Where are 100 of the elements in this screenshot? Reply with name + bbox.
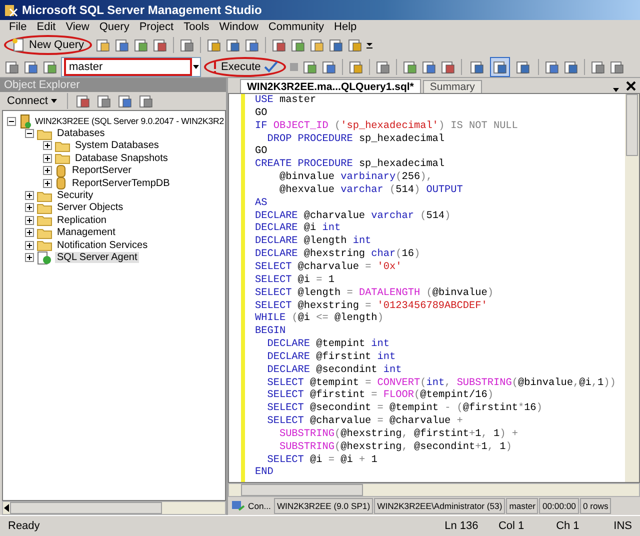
toolbar-icon[interactable]	[4, 58, 20, 74]
document-tab[interactable]: Summary	[422, 80, 482, 93]
document-tab[interactable]: WIN2K3R2EE.ma...QLQuery1.sql*	[240, 79, 421, 93]
code-line: DECLARE @firstint int	[266, 352, 397, 364]
menu-item[interactable]: View	[60, 21, 94, 33]
toolbar-icon[interactable]	[290, 37, 306, 53]
toolbar-icon[interactable]	[328, 37, 344, 53]
tree-item[interactable]: Replication	[55, 214, 108, 226]
menu-item[interactable]: Community	[263, 21, 330, 33]
overflow-icon[interactable]	[366, 40, 374, 50]
connection-status: Con...	[248, 501, 271, 511]
toolbar-icon[interactable]	[152, 37, 168, 53]
toolbar-icon[interactable]	[95, 37, 112, 53]
toolbar-icon[interactable]	[348, 58, 364, 74]
tree-item[interactable]: Databases	[55, 128, 107, 140]
horizontal-scrollbar[interactable]	[228, 483, 640, 497]
toolbar-icon[interactable]	[302, 58, 318, 74]
collapse-icon[interactable]	[25, 129, 34, 138]
expand-icon[interactable]	[43, 178, 52, 188]
toolbar-icon[interactable]	[206, 37, 222, 53]
toolbar-icon[interactable]	[402, 58, 418, 74]
toolbar-icon[interactable]	[244, 37, 260, 53]
expand-icon[interactable]	[25, 252, 34, 262]
code-line: DROP PROCEDURE sp_hexadecimal	[267, 134, 446, 146]
tree-item[interactable]: Security	[55, 190, 96, 202]
new-query-button[interactable]: New Query	[4, 35, 92, 55]
menu-item[interactable]: Query	[94, 21, 134, 33]
database-field[interactable]: master	[64, 58, 192, 76]
toolbar-icon[interactable]	[440, 58, 456, 74]
results-mode-button[interactable]	[490, 56, 510, 76]
tree-item[interactable]: ReportServer	[70, 165, 134, 176]
code-line: SELECT @i = @i + 1	[266, 454, 378, 467]
code-line: DECLARE @charvalue varchar (514)	[255, 210, 452, 222]
tree-item[interactable]: Notification Services	[55, 240, 150, 251]
tree-item[interactable]: Server Objects	[55, 202, 126, 214]
expand-icon[interactable]	[25, 203, 34, 212]
code-line: WHILE (@i <= @length)	[255, 313, 384, 326]
char-number: Ch 1	[556, 520, 580, 532]
code-line: AS	[255, 198, 268, 211]
toolbar-icon[interactable]	[309, 37, 326, 53]
tree-item[interactable]: ReportServerTempDB	[70, 178, 172, 189]
code-line: DECLARE @tempint int	[266, 339, 391, 352]
folder-icon	[55, 140, 70, 152]
code-line: IF OBJECT_ID ('sp_hexadecimal') IS NOT NULL	[255, 120, 519, 134]
vertical-scrollbar[interactable]	[625, 94, 639, 482]
code-line: SELECT @firstint = FLOOR(@tempint/16)	[266, 390, 494, 402]
code-line: DECLARE @i int	[255, 223, 342, 236]
toolbar-icon[interactable]	[225, 37, 242, 53]
collapse-icon[interactable]	[7, 116, 16, 126]
expand-icon[interactable]	[43, 141, 52, 150]
new-document-icon	[12, 38, 26, 52]
toolbar-icon[interactable]	[42, 58, 58, 74]
horizontal-scrollbar[interactable]	[2, 501, 226, 515]
caret-icon	[50, 99, 57, 103]
menu-item[interactable]: Window	[214, 21, 264, 33]
expand-icon[interactable]	[25, 240, 34, 250]
toolbar-icon[interactable]	[114, 37, 130, 53]
expand-icon[interactable]	[25, 228, 34, 238]
menu-item[interactable]: Help	[329, 21, 362, 33]
menu-item[interactable]: Tools	[178, 21, 214, 33]
code-line: SELECT @i = 1	[255, 274, 336, 288]
close-icon[interactable]	[626, 81, 636, 91]
connection-info: WIN2K3R2EE (9.0 SP1)	[274, 498, 374, 514]
dropdown-arrow-icon[interactable]	[192, 64, 200, 70]
code-line: SELECT @hexstring = '0123456789ABCDEF'	[255, 300, 488, 312]
tree-item[interactable]: Database Snapshots	[73, 152, 170, 164]
code-line: @hexvalue varchar (514) OUTPUT	[278, 184, 464, 198]
connect-button[interactable]: Connect	[4, 94, 60, 108]
menu-item[interactable]: Edit	[32, 21, 61, 33]
code-line: SELECT @charvalue = @charvalue +	[266, 416, 464, 428]
dropdown-arrow-icon[interactable]	[612, 87, 620, 93]
code-line: SELECT @secondint = @tempint - (@firstint*16)	[266, 403, 544, 416]
toolbar-icon[interactable]	[608, 58, 625, 74]
toolbar-icon[interactable]	[374, 58, 391, 74]
tree-item[interactable]: Management	[55, 227, 118, 238]
expand-icon[interactable]	[25, 191, 34, 200]
toolbar-icon[interactable]	[23, 58, 39, 74]
menu-item[interactable]: Project	[134, 21, 179, 33]
toolbar-icon[interactable]	[347, 37, 364, 53]
tree-item[interactable]: WIN2K3R2EE (SQL Server 9.0.2047 - WIN2K3R2	[35, 116, 224, 126]
tree-item[interactable]: System Databases	[73, 140, 161, 152]
toolbar-icon[interactable]	[590, 58, 606, 74]
folder-icon	[37, 239, 52, 252]
code-line: DECLARE @length int	[255, 236, 372, 248]
code-line: SELECT @length = DATALENGTH (@binvalue)	[255, 288, 494, 300]
tree-item[interactable]: SQL Server Agent	[55, 252, 140, 263]
toolbar-icon[interactable]	[420, 58, 437, 74]
folder-icon	[37, 202, 52, 214]
code-line: GO	[255, 108, 268, 121]
database-icon	[55, 164, 67, 178]
expand-icon[interactable]	[25, 216, 34, 225]
connection-info: 0 rows	[580, 498, 612, 514]
expand-icon[interactable]	[43, 154, 52, 163]
execute-button[interactable]: Execute	[204, 56, 286, 76]
toolbar-icon[interactable]	[271, 37, 288, 53]
toolbar-icon[interactable]	[320, 58, 337, 74]
expand-icon[interactable]	[43, 166, 52, 176]
toolbar-icon[interactable]	[133, 37, 150, 53]
menu-item[interactable]: File	[4, 21, 32, 33]
folder-icon	[55, 152, 70, 164]
